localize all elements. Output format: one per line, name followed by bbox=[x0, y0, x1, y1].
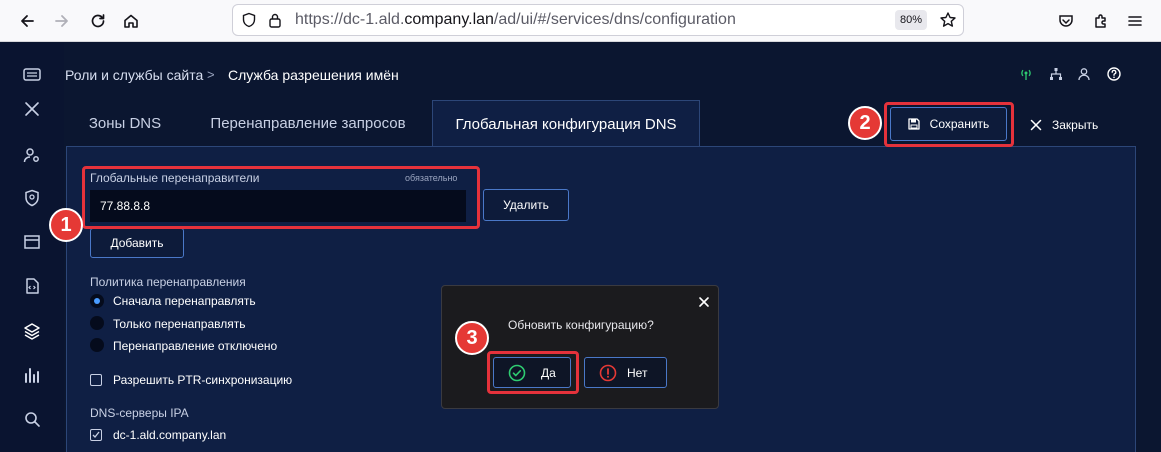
antenna-icon bbox=[1021, 69, 1031, 80]
no-label: Нет bbox=[627, 366, 648, 380]
pocket-button[interactable] bbox=[1052, 7, 1080, 35]
close-label: Закрыть bbox=[1052, 118, 1099, 132]
delete-forwarder-button[interactable]: Удалить bbox=[483, 189, 569, 221]
star-icon[interactable] bbox=[939, 11, 957, 29]
radio-forward-off[interactable] bbox=[90, 338, 104, 352]
ptr-sync-label: Разрешить PTR-синхронизацию bbox=[113, 373, 293, 387]
shield-user-icon bbox=[25, 189, 39, 207]
sidebar-item-stats[interactable] bbox=[20, 363, 44, 387]
sidebar bbox=[0, 43, 64, 452]
menu-button[interactable] bbox=[1121, 7, 1149, 35]
window-icon bbox=[24, 235, 40, 249]
option-forward-off: Перенаправление отключено bbox=[113, 339, 278, 353]
extensions-button[interactable] bbox=[1087, 7, 1115, 35]
back-button[interactable] bbox=[13, 7, 41, 35]
address-bar[interactable]: https://dc-1.ald.company.lan/ad/ui/#/ser… bbox=[232, 4, 964, 36]
sidebar-logo[interactable] bbox=[20, 63, 44, 87]
shield-icon[interactable] bbox=[241, 12, 257, 28]
code-file-icon bbox=[26, 278, 39, 294]
help-button[interactable] bbox=[1105, 65, 1123, 83]
reload-icon bbox=[91, 14, 105, 28]
user-profile-button[interactable] bbox=[1075, 65, 1093, 83]
forwarder-input[interactable] bbox=[90, 190, 466, 222]
floppy-icon bbox=[908, 118, 920, 130]
yes-label: Да bbox=[541, 366, 556, 380]
radio-forward-only[interactable] bbox=[90, 316, 104, 330]
forward-button[interactable] bbox=[48, 7, 76, 35]
pocket-icon bbox=[1059, 15, 1073, 27]
url-domain: company.lan bbox=[404, 11, 494, 28]
ptr-sync-checkbox[interactable] bbox=[90, 374, 102, 386]
add-forwarder-button[interactable]: Добавить bbox=[90, 228, 184, 258]
url-prefix: https://dc-1.ald. bbox=[295, 11, 405, 28]
ipa-servers-label: DNS-серверы IPA bbox=[90, 406, 189, 420]
check-icon bbox=[92, 431, 100, 438]
radio-forward-first[interactable] bbox=[90, 294, 104, 308]
home-icon bbox=[124, 14, 138, 28]
save-label: Сохранить bbox=[929, 117, 990, 131]
confirm-no-button[interactable]: Нет bbox=[584, 357, 667, 388]
breadcrumb-current: Служба разрешения имён bbox=[228, 67, 399, 83]
ipa-server-checkbox[interactable] bbox=[90, 429, 102, 441]
confirm-yes-button[interactable]: Да bbox=[493, 357, 571, 388]
required-hint: обязательно bbox=[405, 173, 458, 183]
option-forward-first: Сначала перенаправлять bbox=[113, 294, 256, 308]
help-icon bbox=[1107, 67, 1121, 81]
step-marker-3: 3 bbox=[455, 321, 489, 355]
url-text[interactable]: https://dc-1.ald.company.lan/ad/ui/#/ser… bbox=[295, 11, 736, 29]
arrow-left-icon bbox=[21, 15, 34, 27]
network-tree-icon bbox=[1050, 68, 1062, 80]
step-marker-2: 2 bbox=[848, 106, 882, 140]
network-status-button[interactable] bbox=[1017, 65, 1035, 83]
tab-global-config[interactable]: Глобальная конфигурация DNS bbox=[432, 100, 700, 147]
alert-circle-icon bbox=[599, 364, 617, 382]
lock-icon[interactable] bbox=[268, 12, 282, 28]
option-forward-only: Только перенаправлять bbox=[113, 317, 246, 331]
arrow-right-icon bbox=[55, 15, 68, 27]
user-settings-icon bbox=[23, 148, 39, 163]
close-button[interactable]: Закрыть bbox=[1030, 113, 1098, 137]
sidebar-item-tools[interactable] bbox=[20, 97, 44, 121]
layers-icon bbox=[24, 323, 40, 340]
forwarders-label: Глобальные перенаправители bbox=[90, 171, 260, 185]
breadcrumb-parent[interactable]: Роли и службы сайта bbox=[65, 67, 203, 83]
ipa-server-label: dc-1.ald.company.lan bbox=[113, 428, 227, 442]
sidebar-item-security[interactable] bbox=[20, 186, 44, 210]
reload-button[interactable] bbox=[84, 7, 112, 35]
bar-chart-icon bbox=[25, 368, 39, 383]
close-icon bbox=[1030, 119, 1042, 131]
sidebar-item-windows[interactable] bbox=[20, 230, 44, 254]
topology-button[interactable] bbox=[1047, 65, 1065, 83]
sidebar-item-search[interactable] bbox=[20, 407, 44, 431]
tab-forwarding[interactable]: Перенаправление запросов bbox=[194, 100, 422, 146]
hamburger-icon bbox=[1128, 16, 1142, 26]
zoom-badge[interactable]: 80% bbox=[895, 10, 927, 30]
app-header: Роли и службы сайта > Служба разрешения … bbox=[64, 43, 1161, 103]
sidebar-item-code[interactable] bbox=[20, 274, 44, 298]
logo-icon bbox=[23, 68, 41, 81]
user-icon bbox=[1078, 68, 1090, 81]
check-circle-icon bbox=[508, 364, 526, 382]
save-button[interactable]: Сохранить bbox=[890, 107, 1007, 141]
sidebar-item-layers[interactable] bbox=[20, 319, 44, 343]
tab-dns-zones[interactable]: Зоны DNS bbox=[66, 100, 184, 146]
sidebar-item-users[interactable] bbox=[20, 143, 44, 167]
breadcrumb-separator: > bbox=[207, 67, 215, 82]
step-marker-1: 1 bbox=[49, 208, 83, 242]
puzzle-icon bbox=[1095, 14, 1106, 28]
policy-label: Политика перенаправления bbox=[90, 275, 246, 289]
search-icon bbox=[25, 412, 40, 427]
home-button[interactable] bbox=[117, 7, 145, 35]
browser-toolbar: https://dc-1.ald.company.lan/ad/ui/#/ser… bbox=[0, 0, 1161, 42]
url-path: /ad/ui/#/services/dns/configuration bbox=[493, 11, 736, 28]
tools-icon bbox=[25, 102, 39, 116]
dialog-title: Обновить конфигурацию? bbox=[508, 318, 654, 332]
dialog-close-icon[interactable] bbox=[697, 295, 711, 309]
